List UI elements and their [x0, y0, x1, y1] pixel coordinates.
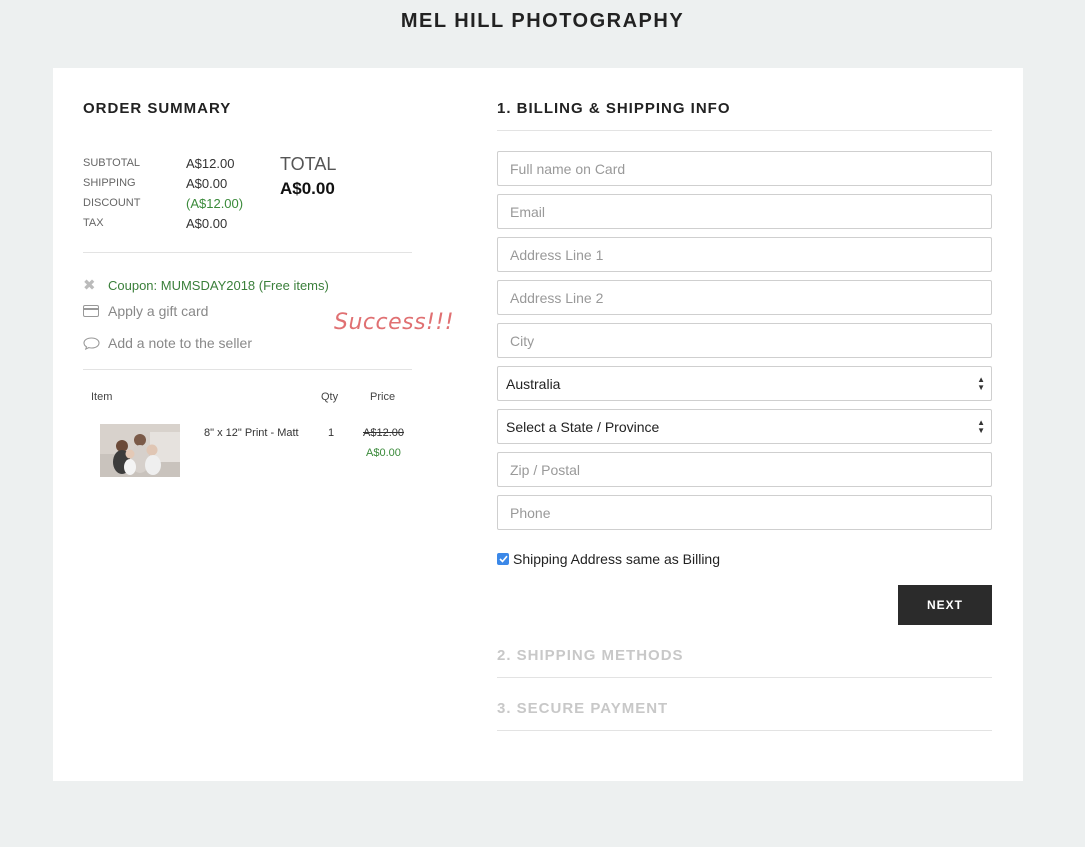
secure-payment-step[interactable]: 3. SECURE PAYMENT — [497, 700, 668, 717]
checkmark-icon — [498, 555, 508, 563]
totals-list: SUBTOTAL A$12.00 SHIPPING A$0.00 DISCOUN… — [83, 153, 243, 233]
item-discounted-price: A$0.00 — [366, 447, 401, 459]
remove-coupon-icon[interactable]: ✖ — [83, 276, 108, 294]
next-button[interactable]: NEXT — [898, 585, 992, 625]
site-title: MEL HILL PHOTOGRAPHY — [400, 10, 685, 32]
item-qty: 1 — [328, 427, 335, 439]
select-arrows-icon: ▲ ▼ — [977, 375, 985, 392]
select-arrows-icon: ▲ ▼ — [977, 418, 985, 435]
address-line-2-input[interactable] — [497, 280, 992, 315]
order-summary-title: ORDER SUMMARY — [83, 100, 232, 117]
speech-bubble-icon — [83, 336, 108, 350]
item-column-header: Item — [91, 391, 113, 403]
price-column-header: Price — [370, 391, 396, 403]
tax-value: A$0.00 — [186, 215, 228, 231]
discount-label: DISCOUNT — [83, 197, 141, 209]
item-original-price: A$12.00 — [363, 427, 404, 439]
phone-input[interactable] — [497, 495, 992, 530]
email-input[interactable] — [497, 194, 992, 229]
total-label: TOTAL — [280, 154, 337, 174]
item-thumbnail — [100, 424, 180, 477]
apply-gift-card-link[interactable]: Apply a gift card — [83, 303, 208, 319]
success-annotation: Success!!! — [334, 310, 455, 335]
zip-input[interactable] — [497, 452, 992, 487]
items-divider — [83, 369, 412, 370]
same-address-checkbox[interactable] — [497, 553, 509, 565]
shipping-methods-step[interactable]: 2. SHIPPING METHODS — [497, 647, 684, 664]
same-address-row: Shipping Address same as Billing — [497, 551, 720, 567]
credit-card-icon — [83, 305, 108, 317]
billing-divider — [497, 130, 992, 131]
shipping-label: SHIPPING — [83, 177, 136, 189]
billing-shipping-title: 1. BILLING & SHIPPING INFO — [497, 100, 731, 117]
shipping-value: A$0.00 — [186, 175, 228, 191]
item-name: 8" x 12" Print - Matt — [204, 427, 299, 439]
subtotal-row: SUBTOTAL A$12.00 — [83, 153, 243, 173]
shipping-row: SHIPPING A$0.00 — [83, 173, 243, 193]
subtotal-label: SUBTOTAL — [83, 157, 141, 169]
summary-divider — [83, 252, 412, 253]
qty-column-header: Qty — [321, 391, 339, 403]
subtotal-value: A$12.00 — [186, 155, 235, 171]
state-select[interactable]: Select a State / Province ▲ ▼ — [497, 409, 992, 444]
discount-value: (A$12.00) — [186, 195, 244, 211]
total-value: A$0.00 — [280, 179, 335, 198]
note-label: Add a note to the seller — [108, 335, 252, 351]
gift-card-label: Apply a gift card — [108, 303, 209, 319]
payment-step-divider — [497, 730, 992, 731]
add-note-link[interactable]: Add a note to the seller — [83, 335, 252, 351]
state-value: Select a State / Province — [506, 418, 660, 435]
tax-row: TAX A$0.00 — [83, 213, 243, 233]
coupon-row: ✖ Coupon: MUMSDAY2018 (Free items) — [83, 276, 329, 294]
tax-label: TAX — [83, 217, 104, 229]
coupon-text: Coupon: MUMSDAY2018 (Free items) — [108, 277, 329, 293]
address-line-1-input[interactable] — [497, 237, 992, 272]
same-address-label[interactable]: Shipping Address same as Billing — [513, 551, 720, 567]
city-input[interactable] — [497, 323, 992, 358]
discount-row: DISCOUNT (A$12.00) — [83, 193, 243, 213]
country-select[interactable]: Australia ▲ ▼ — [497, 366, 992, 401]
shipping-step-divider — [497, 677, 992, 678]
checkout-card: ORDER SUMMARY SUBTOTAL A$12.00 SHIPPING … — [53, 68, 1023, 781]
full-name-input[interactable] — [497, 151, 992, 186]
country-value: Australia — [506, 375, 561, 392]
